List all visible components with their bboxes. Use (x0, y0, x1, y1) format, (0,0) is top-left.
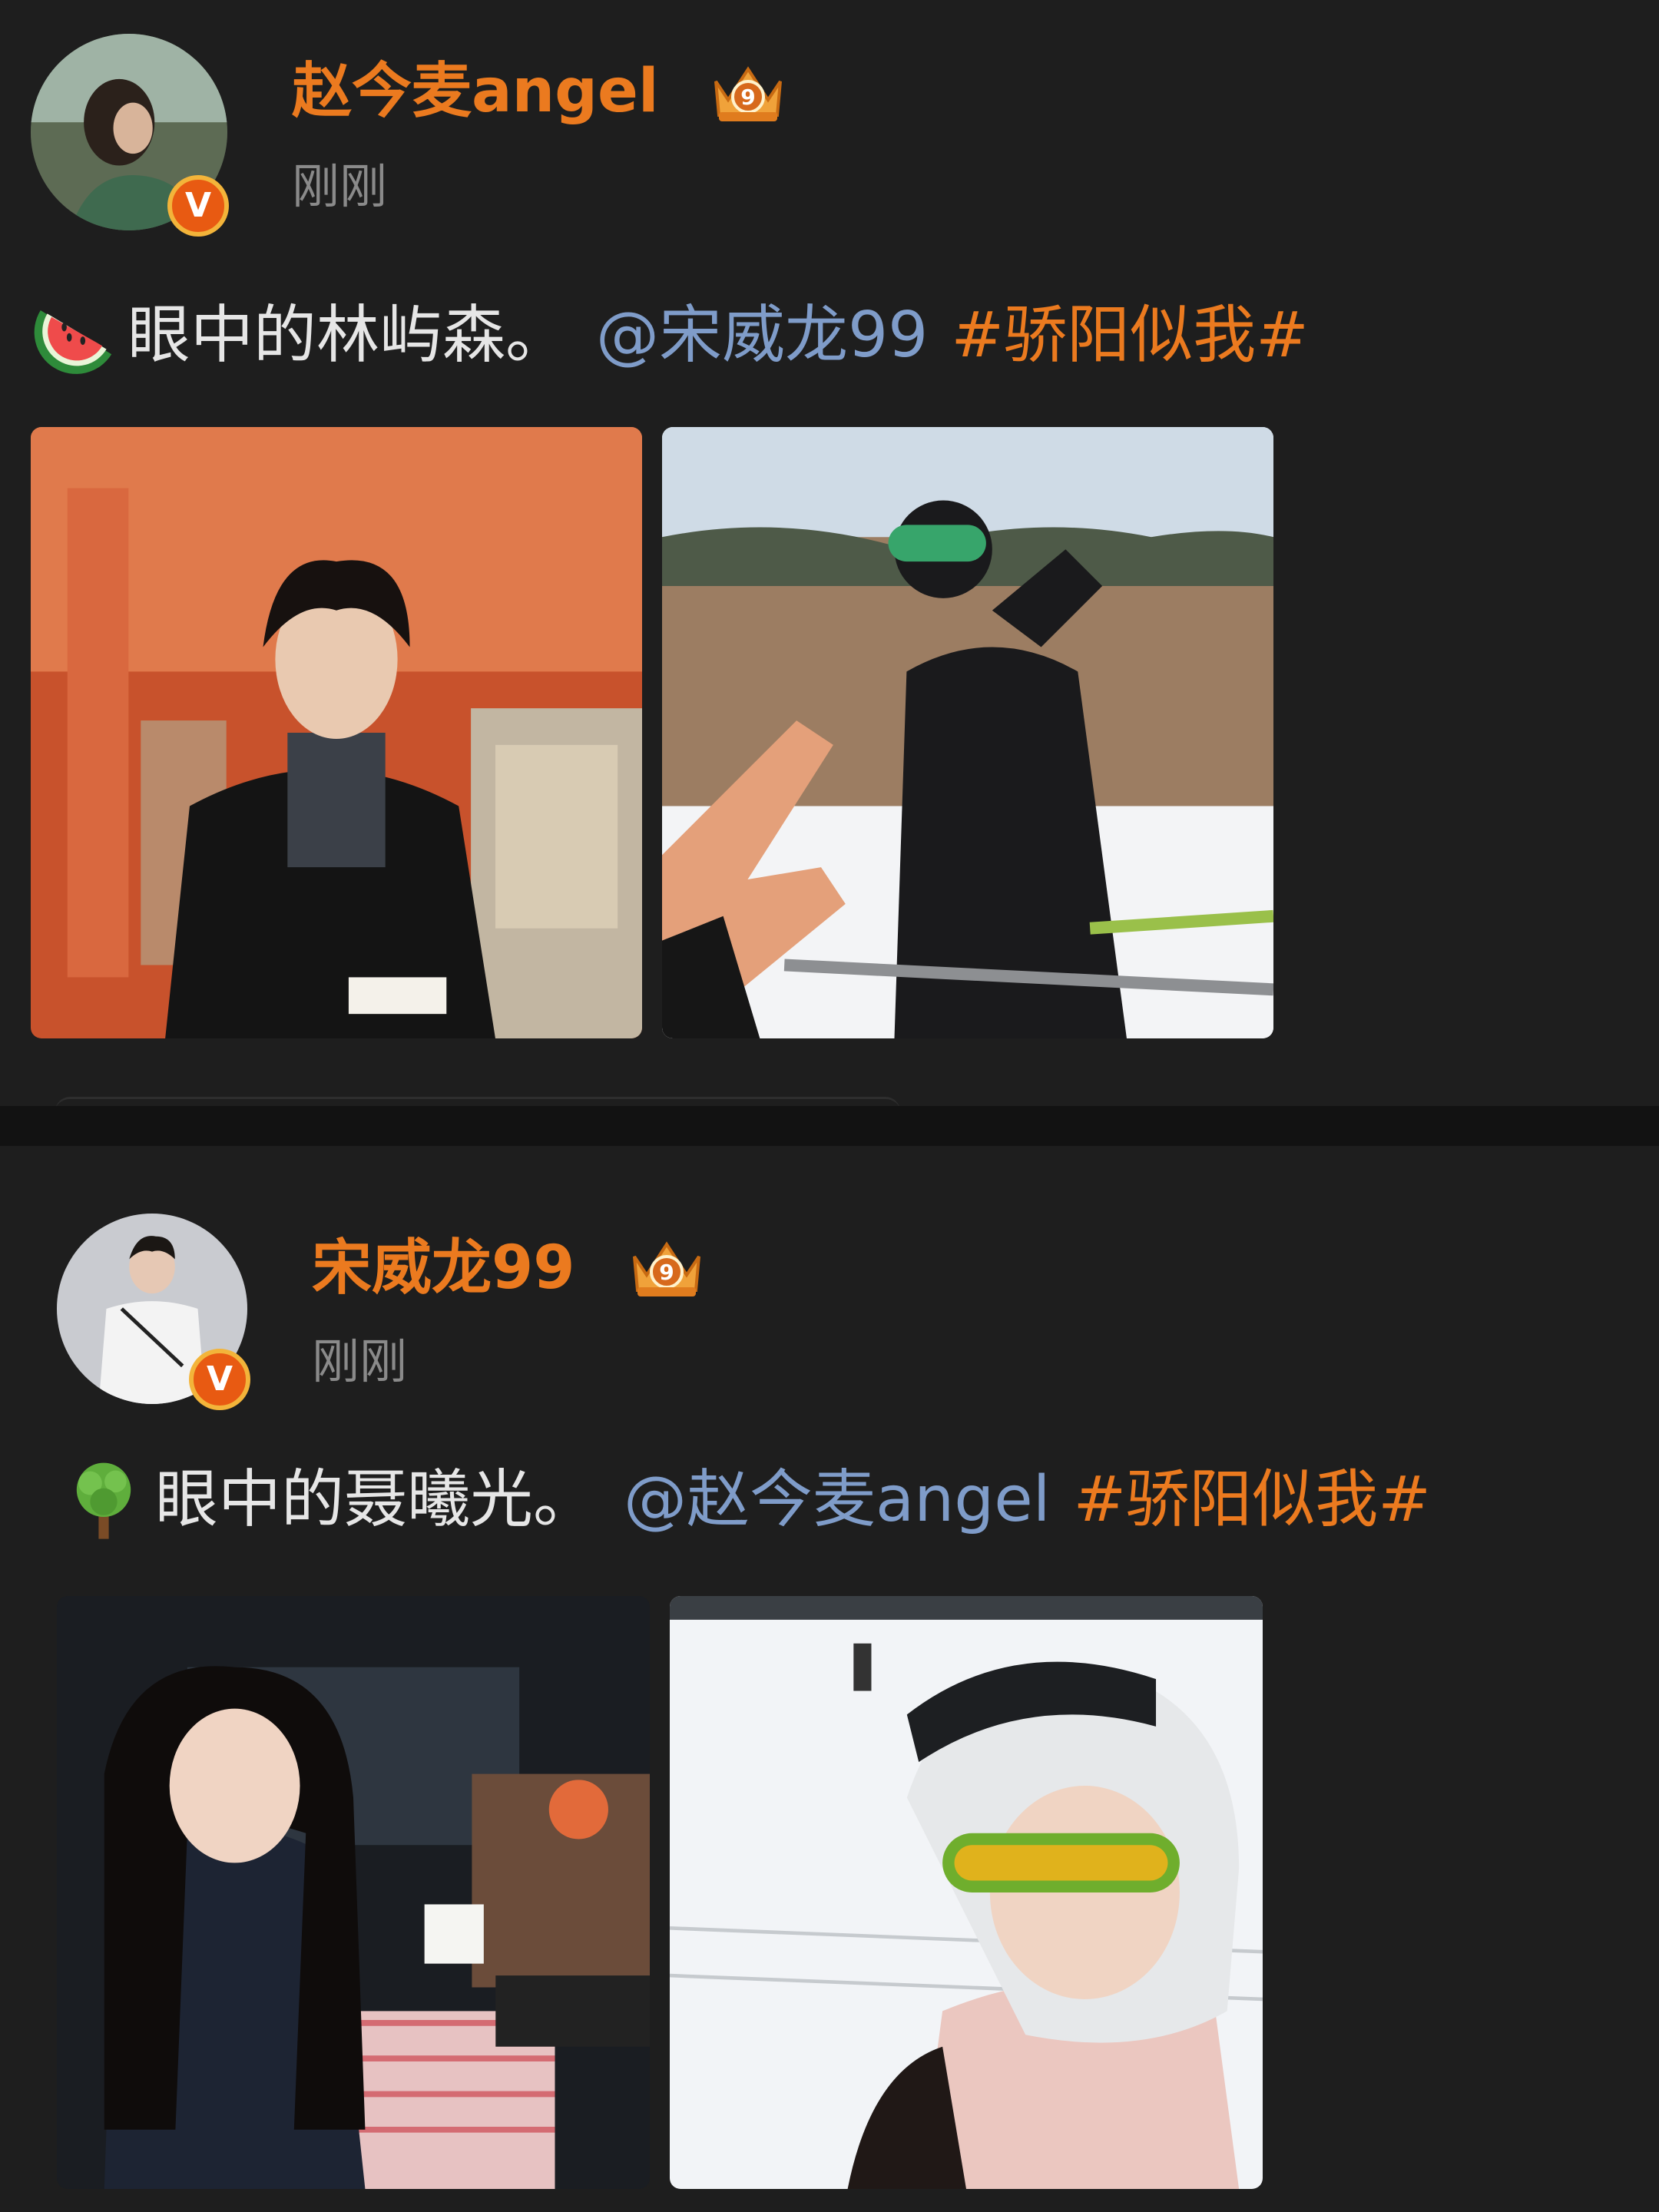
username[interactable]: 宋威龙99 (312, 1238, 575, 1298)
mention-link[interactable]: @赵今麦angel (624, 1469, 1051, 1532)
crown-level-number: 9 (740, 84, 755, 110)
caption-text: 眼中的林屿森。 (127, 299, 569, 372)
post-separator (0, 1106, 1659, 1146)
watermelon-emoji-icon (34, 310, 112, 374)
post-image[interactable] (662, 427, 1273, 1038)
photo-skier-highfive (662, 427, 1273, 1038)
photo-man-in-coat (31, 427, 642, 1038)
post-image[interactable] (57, 1596, 650, 2189)
hashtag-link[interactable]: #骄阳似我# (951, 304, 1308, 367)
photo-skier-selfie (670, 1596, 1263, 2189)
mention-link[interactable]: @宋威龙99 (596, 304, 928, 367)
hashtag-link[interactable]: #骄阳似我# (1074, 1469, 1431, 1532)
post-caption: 眼中的林屿森。 @宋威龙99 #骄阳似我# (34, 293, 1309, 378)
post-caption: 眼中的聂曦光。 @赵今麦angel #骄阳似我# (61, 1458, 1431, 1542)
tree-emoji-icon (76, 1462, 131, 1539)
weibo-post: V 赵今麦angel 9 刚刚 眼中的林屿森。 @宋威龙99 #骄阳似我# (0, 0, 1659, 1106)
verified-badge-icon: V (189, 1349, 250, 1410)
username[interactable]: 赵今麦angel (292, 61, 659, 121)
post-time: 刚刚 (292, 158, 388, 214)
verified-badge-icon: V (167, 175, 229, 237)
post-image[interactable] (31, 427, 642, 1038)
crown-level-icon: 9 (633, 1241, 700, 1296)
crown-level-icon: 9 (714, 66, 782, 121)
weibo-post: V 宋威龙99 9 刚刚 眼中的聂曦光。 @赵今麦angel #骄阳似我# (0, 1146, 1659, 2212)
photo-woman-at-desk (57, 1596, 650, 2189)
post-image[interactable] (670, 1596, 1263, 2189)
post-time: 刚刚 (312, 1333, 408, 1389)
caption-text: 眼中的聂曦光。 (155, 1463, 597, 1536)
crown-level-number: 9 (659, 1260, 674, 1285)
